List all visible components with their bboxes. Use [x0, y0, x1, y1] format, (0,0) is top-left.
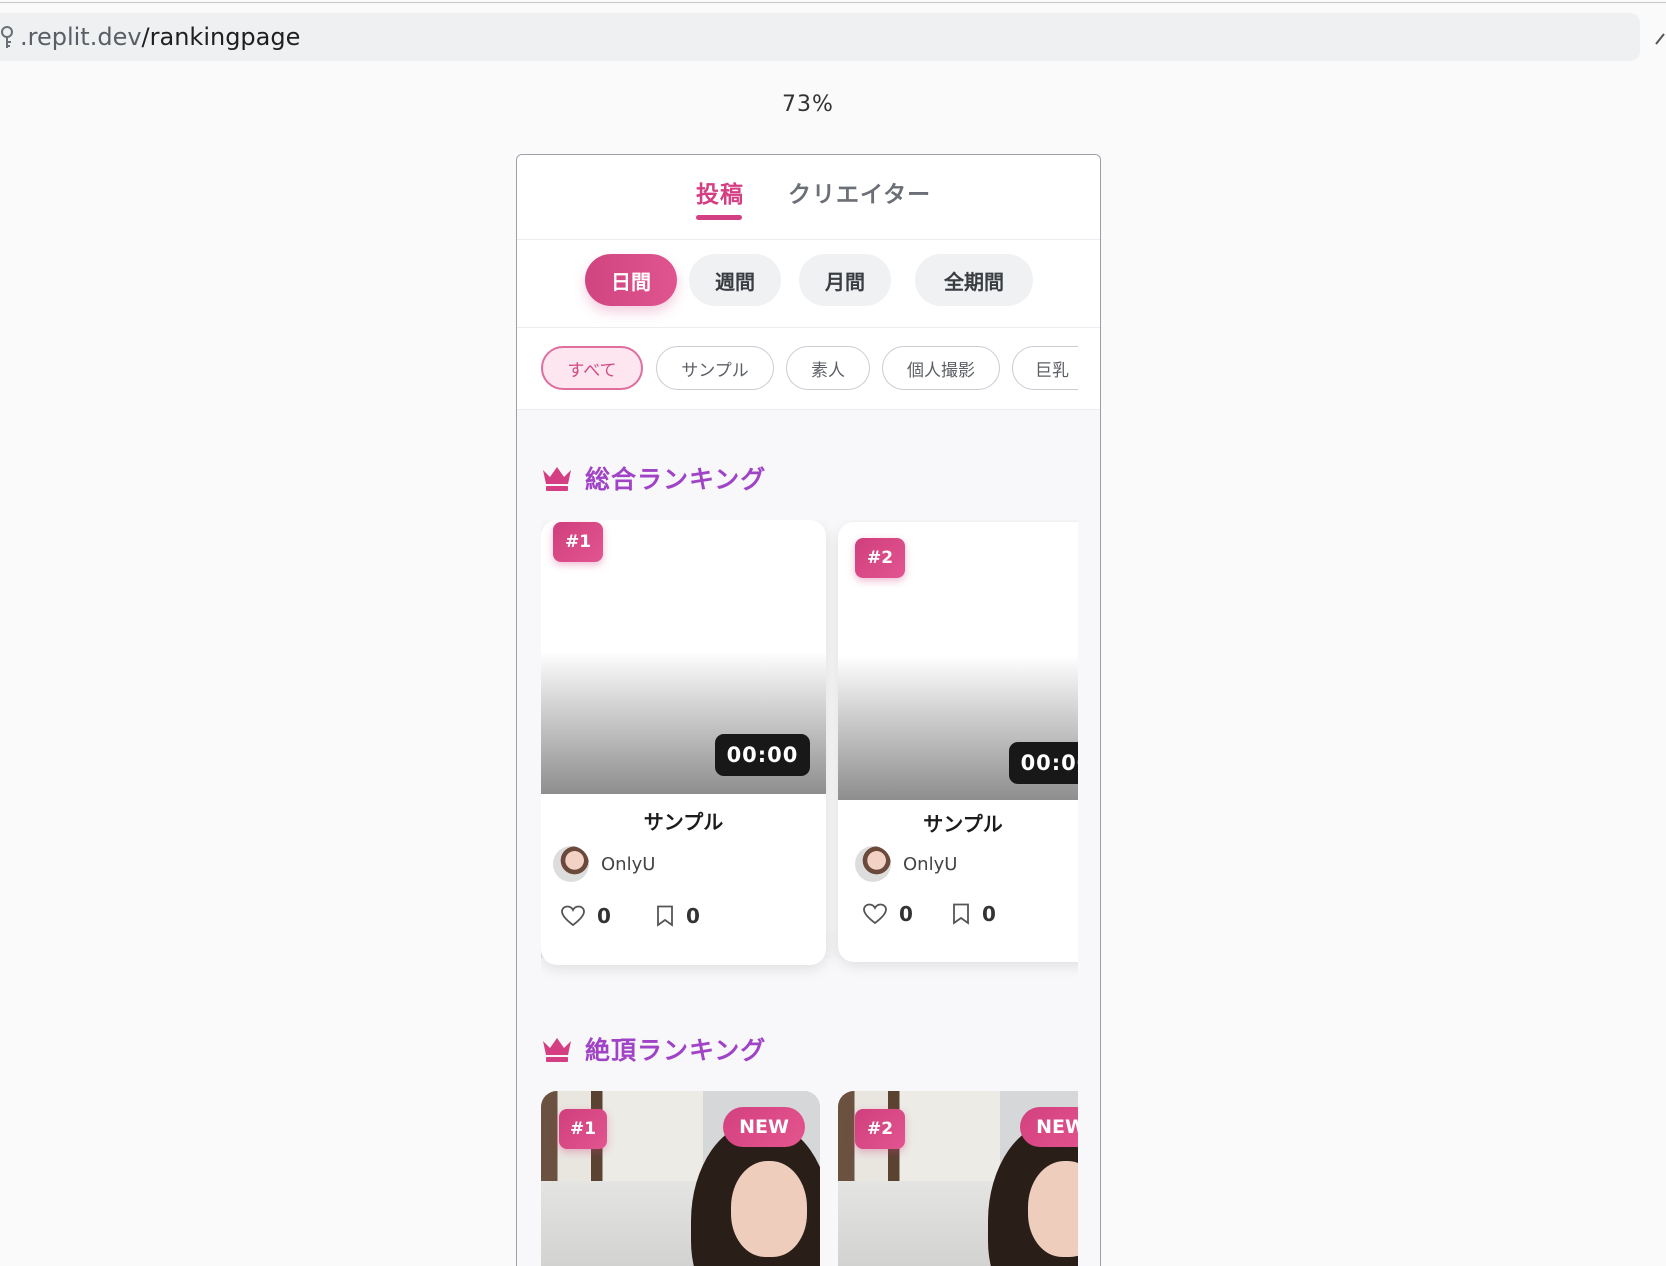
avatar — [553, 846, 589, 882]
author[interactable]: OnlyU — [553, 846, 655, 882]
author[interactable]: OnlyU — [855, 846, 957, 882]
site-info-icon[interactable] — [0, 24, 16, 50]
category-busty-chip[interactable]: 巨乳 — [1012, 346, 1078, 390]
period-filter: 日間 週間 月間 全期間 — [517, 240, 1100, 328]
ranking-card[interactable]: #2 NEW — [838, 1091, 1078, 1266]
avatar — [855, 846, 891, 882]
bookmark-count[interactable]: 0 — [952, 902, 996, 926]
heart-icon — [863, 903, 887, 925]
ranking-card[interactable]: #1 NEW — [541, 1091, 820, 1266]
tab-posts[interactable]: 投稿 — [696, 175, 744, 209]
category-filter: すべて サンプル 素人 個人撮影 巨乳 — [517, 328, 1100, 410]
rank-badge: #1 — [559, 1109, 607, 1149]
rank-badge: #2 — [855, 538, 905, 578]
ranking-card[interactable]: #1 00:00 サンプル OnlyU 0 0 — [541, 520, 826, 965]
bookmark-icon — [953, 903, 969, 925]
bookmark-count-value: 0 — [982, 902, 996, 926]
author-name: OnlyU — [601, 853, 656, 875]
card-title[interactable]: サンプル — [541, 806, 826, 835]
url-host: .replit.dev — [20, 23, 142, 51]
duration-label: 00:00 — [1009, 742, 1078, 784]
address-bar[interactable]: .replit.dev/rankingpage — [0, 13, 1640, 61]
new-badge: NEW — [1020, 1107, 1078, 1147]
like-count-value: 0 — [597, 904, 611, 928]
overall-ranking-heading: 総合ランキング — [541, 460, 766, 496]
category-personal-chip[interactable]: 個人撮影 — [882, 346, 1000, 390]
link-icon[interactable] — [1652, 28, 1666, 50]
overall-ranking-row: #1 00:00 サンプル OnlyU 0 0 #2 00:00 サンプル — [541, 520, 1078, 980]
like-count-value: 0 — [899, 902, 913, 926]
rank-badge: #2 — [855, 1109, 905, 1149]
heart-icon — [561, 905, 585, 927]
ranking-type-tabs: 投稿 クリエイター — [517, 155, 1100, 240]
duration-label: 00:00 — [715, 734, 810, 776]
category-sample-chip[interactable]: サンプル — [656, 346, 774, 390]
category-all-chip[interactable]: すべて — [541, 346, 643, 390]
card-title[interactable]: サンプル — [838, 808, 1078, 837]
climax-ranking-row: #1 NEW #2 NEW — [541, 1091, 1078, 1266]
overall-ranking-title: 総合ランキング — [585, 465, 767, 494]
url-path: /rankingpage — [141, 23, 301, 51]
bookmark-count-value: 0 — [686, 904, 700, 928]
period-daily-button[interactable]: 日間 — [585, 254, 677, 306]
bookmark-icon — [657, 905, 673, 927]
crown-icon — [543, 467, 571, 491]
climax-ranking-title: 絶頂ランキング — [585, 1036, 767, 1065]
rank-badge: #1 — [553, 522, 603, 562]
active-tab-indicator — [696, 215, 742, 220]
category-amateur-chip[interactable]: 素人 — [786, 346, 870, 390]
photo-face — [731, 1161, 807, 1257]
author-name: OnlyU — [903, 853, 958, 875]
period-alltime-button[interactable]: 全期間 — [915, 254, 1033, 306]
ranking-card[interactable]: #2 00:00 サンプル OnlyU 0 0 — [838, 522, 1078, 962]
crown-icon — [543, 1038, 571, 1062]
period-monthly-button[interactable]: 月間 — [799, 254, 891, 306]
like-count[interactable]: 0 — [561, 904, 611, 928]
zoom-level: 73% — [782, 92, 834, 117]
tab-creators[interactable]: クリエイター — [788, 175, 931, 209]
like-count[interactable]: 0 — [863, 902, 913, 926]
browser-top-border — [0, 2, 1666, 3]
new-badge: NEW — [723, 1107, 805, 1147]
mobile-preview-frame: 投稿 クリエイター 日間 週間 月間 全期間 すべて サンプル 素人 個人撮影 … — [516, 154, 1101, 1266]
bookmark-count[interactable]: 0 — [656, 904, 700, 928]
climax-ranking-heading: 絶頂ランキング — [541, 1031, 766, 1067]
period-weekly-button[interactable]: 週間 — [689, 254, 781, 306]
